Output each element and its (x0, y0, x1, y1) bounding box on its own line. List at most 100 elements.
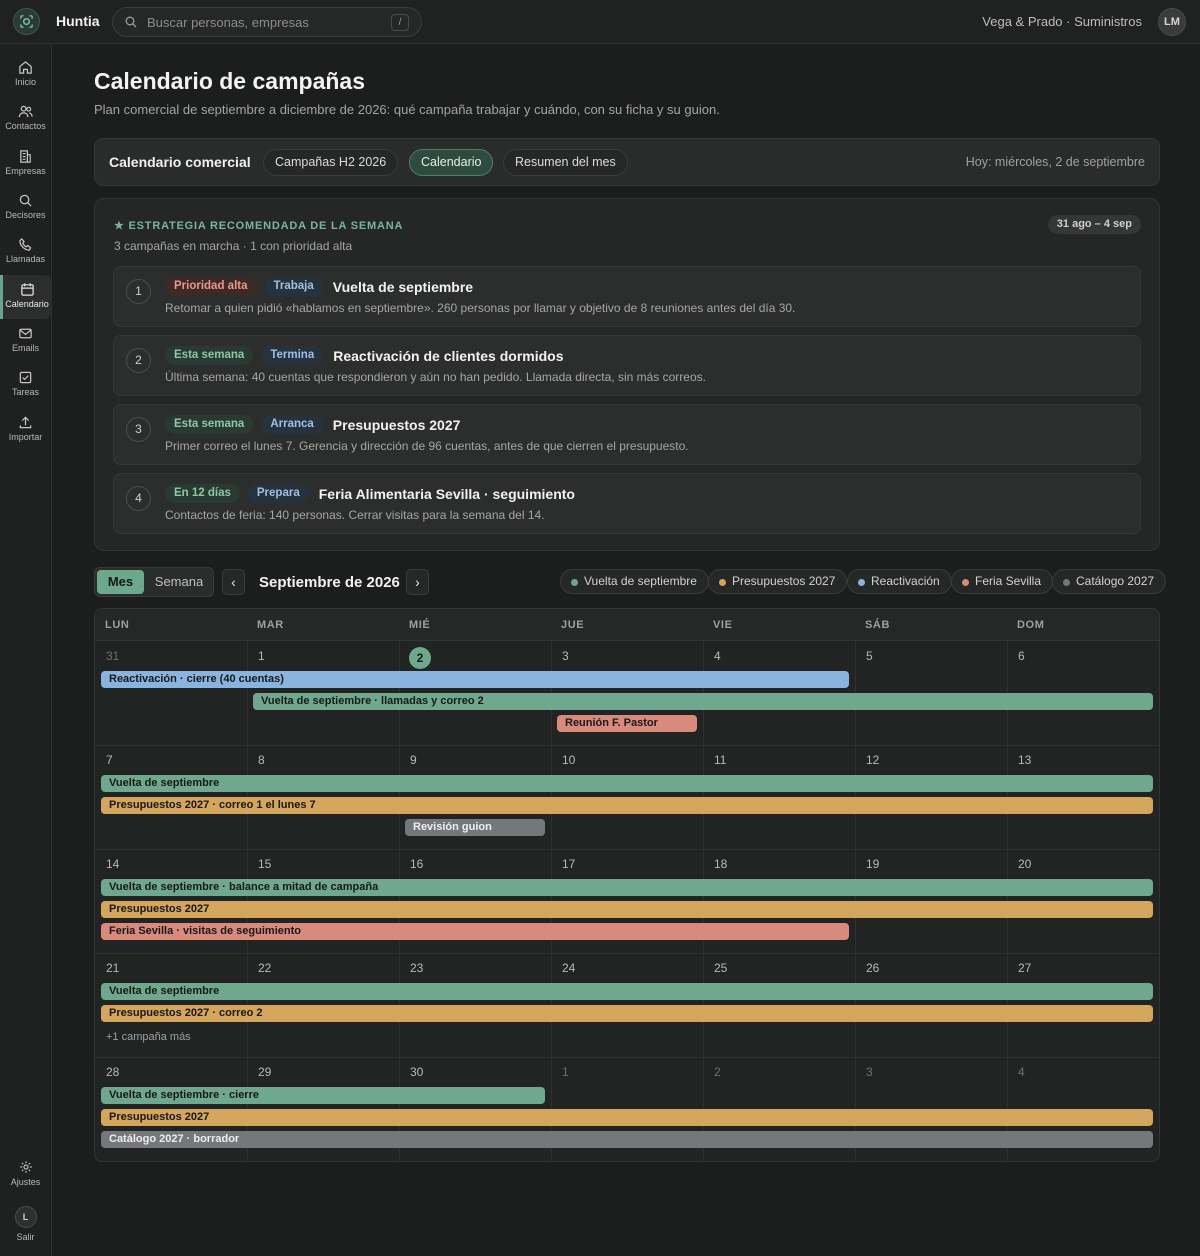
phone-icon (0, 237, 51, 252)
day-number[interactable]: 1 (258, 649, 265, 663)
company-name[interactable]: Vega & Prado · Suministros (982, 14, 1142, 29)
prev-month-button[interactable]: ‹ (222, 569, 245, 595)
card-number: 1 (126, 279, 151, 304)
strategy-card[interactable]: 2 Esta semana Termina Reactivación de cl… (113, 335, 1141, 396)
avatar[interactable]: LM (1158, 8, 1186, 36)
strategy-card[interactable]: 1 Prioridad alta Trabaja Vuelta de septi… (113, 266, 1141, 327)
day-number[interactable]: 15 (258, 857, 271, 871)
day-number[interactable]: 11 (714, 753, 726, 767)
day-number[interactable]: 4 (714, 649, 721, 663)
search-input[interactable]: Buscar personas, empresas / (112, 7, 422, 37)
day-number[interactable]: 30 (410, 1065, 423, 1079)
day-number[interactable]: 5 (866, 649, 873, 663)
day-number[interactable]: 19 (866, 857, 879, 871)
sidebar-item-inicio[interactable]: Inicio (0, 56, 51, 96)
weekday-label: MAR (257, 619, 284, 631)
sidebar-item-emails[interactable]: Emails (0, 322, 51, 362)
calendar-event[interactable]: Vuelta de septiembre (101, 983, 1153, 1000)
day-number[interactable]: 3 (562, 649, 569, 663)
sidebar-item-label: Llamadas (5, 254, 46, 264)
card-number: 4 (126, 486, 151, 511)
day-number[interactable]: 21 (106, 961, 119, 975)
strategy-card[interactable]: 4 En 12 días Prepara Feria Alimentaria S… (113, 473, 1141, 534)
sidebar: Inicio Contactos Empresas Decisores Llam… (0, 44, 52, 1256)
day-number[interactable]: 28 (106, 1065, 119, 1079)
weekday-label: LUN (105, 619, 130, 631)
day-number[interactable]: 29 (258, 1065, 271, 1079)
view-week-button[interactable]: Semana (147, 570, 211, 594)
day-number[interactable]: 6 (1018, 649, 1025, 663)
app-name: Huntia (56, 13, 100, 29)
card-title: Reactivación de clientes dormidos (333, 347, 564, 364)
logout-button[interactable]: L Salir (0, 1206, 51, 1242)
calendar-event[interactable]: Presupuestos 2027 · correo 2 (101, 1005, 1153, 1022)
day-number[interactable]: 7 (106, 753, 113, 767)
sidebar-item-decisores[interactable]: Decisores (0, 189, 51, 229)
day-number[interactable]: 9 (410, 753, 417, 767)
sidebar-item-calendario[interactable]: Calendario (0, 275, 51, 319)
action-tag: Arranca (261, 415, 323, 434)
legend-chip-reactivacion[interactable]: Reactivación (847, 569, 952, 594)
legend-dot (571, 579, 578, 586)
day-number[interactable]: 18 (714, 857, 727, 871)
timing-tag: Esta semana (165, 415, 254, 434)
sidebar-item-ajustes[interactable]: Ajustes (0, 1160, 51, 1187)
next-month-button[interactable]: › (406, 569, 429, 595)
today-day-number[interactable]: 2 (409, 647, 431, 669)
sidebar-item-label: Importar (8, 432, 43, 442)
day-number[interactable]: 22 (258, 961, 271, 975)
calendar-event[interactable]: Feria Sevilla · visitas de seguimiento (101, 923, 849, 940)
calendar-event[interactable]: Revisión guion (405, 819, 545, 836)
weekday-header: LUN MAR MIÉ JUE VIE SÁB DOM (95, 609, 1159, 641)
upload-icon (0, 415, 51, 430)
day-number[interactable]: 2 (714, 1065, 721, 1079)
day-number[interactable]: 10 (562, 753, 575, 767)
day-number[interactable]: 26 (866, 961, 879, 975)
day-number[interactable]: 20 (1018, 857, 1031, 871)
more-events-link[interactable]: +1 campaña más (106, 1031, 191, 1043)
day-number[interactable]: 3 (866, 1065, 873, 1079)
calendar-event[interactable]: Presupuestos 2027 (101, 901, 1153, 918)
legend-chip-feria[interactable]: Feria Sevilla (951, 569, 1054, 594)
sidebar-item-llamadas[interactable]: Llamadas (0, 233, 51, 273)
day-number[interactable]: 24 (562, 961, 575, 975)
legend-chip-catalogo[interactable]: Catálogo 2027 (1052, 569, 1167, 594)
priority-tag: Prioridad alta (165, 277, 257, 296)
sidebar-item-contactos[interactable]: Contactos (0, 100, 51, 140)
day-number[interactable]: 1 (562, 1065, 569, 1079)
calendar-icon (3, 282, 51, 297)
calendar-event[interactable]: Reactivación · cierre (40 cuentas) (101, 671, 849, 688)
view-month-button[interactable]: Mes (97, 570, 144, 594)
day-number[interactable]: 17 (562, 857, 575, 871)
card-description: Primer correo el lunes 7. Gerencia y dir… (165, 439, 689, 453)
calendar-event[interactable]: Presupuestos 2027 (101, 1109, 1153, 1126)
calendar-event[interactable]: Catálogo 2027 · borrador (101, 1131, 1153, 1148)
sidebar-item-tareas[interactable]: Tareas (0, 366, 51, 406)
tab-calendario[interactable]: Calendario (409, 149, 494, 176)
day-number[interactable]: 23 (410, 961, 423, 975)
strategy-card[interactable]: 3 Esta semana Arranca Presupuestos 2027 … (113, 404, 1141, 465)
day-number[interactable]: 16 (410, 857, 423, 871)
day-number[interactable]: 14 (106, 857, 119, 871)
calendar-event[interactable]: Presupuestos 2027 · correo 1 el lunes 7 (101, 797, 1153, 814)
legend-chip-presupuestos[interactable]: Presupuestos 2027 (708, 569, 848, 594)
day-number[interactable]: 13 (1018, 753, 1031, 767)
sidebar-item-empresas[interactable]: Empresas (0, 145, 51, 185)
tab-campanas[interactable]: Campañas H2 2026 (263, 149, 399, 176)
calendar-event[interactable]: Vuelta de septiembre · llamadas y correo… (253, 693, 1153, 710)
calendar-event[interactable]: Vuelta de septiembre (101, 775, 1153, 792)
day-number[interactable]: 25 (714, 961, 727, 975)
day-number[interactable]: 31 (106, 649, 119, 663)
calendar-event[interactable]: Vuelta de septiembre · cierre (101, 1087, 545, 1104)
day-number[interactable]: 4 (1018, 1065, 1025, 1079)
day-number[interactable]: 8 (258, 753, 265, 767)
legend-dot (858, 579, 865, 586)
day-number[interactable]: 12 (866, 753, 879, 767)
day-number[interactable]: 27 (1018, 961, 1031, 975)
legend-chip-vuelta[interactable]: Vuelta de septiembre (560, 569, 709, 594)
sidebar-item-importar[interactable]: Importar (0, 411, 51, 451)
calendar-event[interactable]: Reunión F. Pastor (557, 715, 697, 732)
logo-icon[interactable] (13, 8, 40, 35)
calendar-event[interactable]: Vuelta de septiembre · balance a mitad d… (101, 879, 1153, 896)
tab-resumen[interactable]: Resumen del mes (503, 149, 628, 176)
